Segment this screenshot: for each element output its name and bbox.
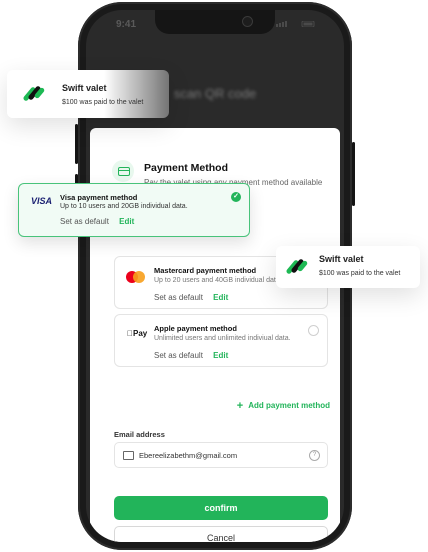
add-payment-method-button[interactable]: + Add payment method xyxy=(237,400,330,412)
card-icon xyxy=(112,160,134,182)
visa-icon: VISA xyxy=(31,196,53,206)
visa-desc: Up to 10 users and 20GB individual data. xyxy=(60,203,188,210)
toast-title: Swift valet xyxy=(319,254,364,264)
visa-actions: Set as default Edit xyxy=(60,217,134,226)
confirm-button[interactable]: confirm xyxy=(114,496,328,520)
swift-valet-logo xyxy=(280,250,314,284)
power-button xyxy=(352,142,355,206)
mastercard-actions: Set as default Edit xyxy=(154,293,228,302)
email-field[interactable]: Ebereelizabethm@gmail.com ? xyxy=(114,442,328,468)
visa-title: Visa payment method xyxy=(60,193,138,202)
email-value: Ebereelizabethm@gmail.com xyxy=(139,451,238,460)
check-icon: ✓ xyxy=(231,192,241,202)
notch xyxy=(155,10,275,34)
apple-pay-radio[interactable] xyxy=(308,325,319,336)
add-payment-label: Add payment method xyxy=(248,401,330,410)
set-default-link[interactable]: Set as default xyxy=(154,293,203,302)
status-time: 9:41 xyxy=(116,19,137,30)
swift-valet-logo xyxy=(17,77,51,111)
mastercard-title: Mastercard payment method xyxy=(154,266,257,275)
edit-link[interactable]: Edit xyxy=(213,293,228,302)
edit-link[interactable]: Edit xyxy=(213,351,228,360)
mastercard-desc: Up to 20 users and 40GB individual data. xyxy=(154,277,282,284)
toast-notification-right: Swift valet $100 was paid to the valet xyxy=(276,246,420,288)
apple-pay-actions: Set as default Edit xyxy=(154,351,228,360)
toast-title: Swift valet xyxy=(62,83,107,93)
help-icon[interactable]: ? xyxy=(309,450,320,461)
status-icons xyxy=(276,21,315,27)
apple-pay-icon: Pay xyxy=(127,329,147,338)
cancel-button[interactable]: Cancel xyxy=(114,526,328,542)
set-default-link[interactable]: Set as default xyxy=(60,217,109,226)
apple-pay-option[interactable]: Pay Apple payment method Unlimited user… xyxy=(114,314,328,367)
mail-icon xyxy=(123,451,134,460)
mastercard-icon xyxy=(126,271,146,283)
toast-notification-top: Swift valet $100 was paid to the valet xyxy=(7,70,169,118)
plus-icon: + xyxy=(236,400,244,412)
camera-icon xyxy=(242,16,253,27)
visa-option[interactable]: VISA Visa payment method Up to 10 users … xyxy=(18,183,250,237)
toast-message: $100 was paid to the valet xyxy=(319,270,401,277)
apple-pay-desc: Unlimited users and unlimited indiviual … xyxy=(154,335,291,342)
apple-pay-title: Apple payment method xyxy=(154,324,237,333)
email-label: Email address xyxy=(114,430,165,439)
payment-method-title: Payment Method xyxy=(144,162,229,174)
volume-up-button xyxy=(75,124,78,164)
edit-link[interactable]: Edit xyxy=(119,217,134,226)
set-default-link[interactable]: Set as default xyxy=(154,351,203,360)
toast-message: $100 was paid to the valet xyxy=(62,99,144,106)
